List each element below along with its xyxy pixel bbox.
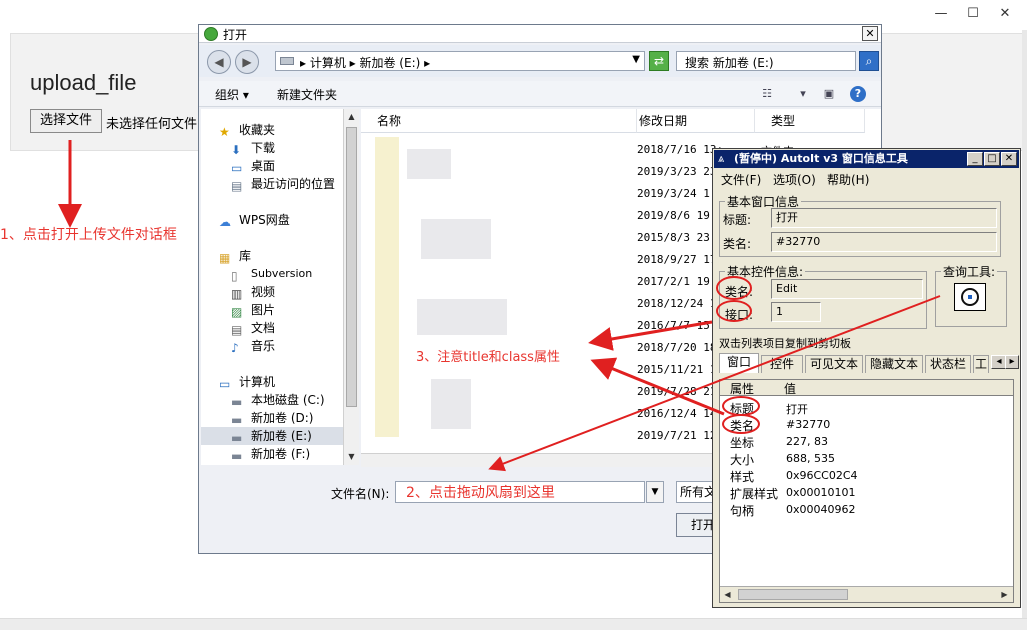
- step2-note: 2、点击拖动风扇到这里: [406, 485, 555, 501]
- arrow-from-props: [590, 357, 725, 416]
- arrow-from-control: [588, 320, 713, 351]
- annotation-arrows: [58, 140, 941, 472]
- arrow-to-filename: [488, 295, 941, 472]
- step3-note: 3、注意title和class属性: [416, 350, 560, 365]
- step1-note: 1、点击打开上传文件对话框: [0, 227, 177, 243]
